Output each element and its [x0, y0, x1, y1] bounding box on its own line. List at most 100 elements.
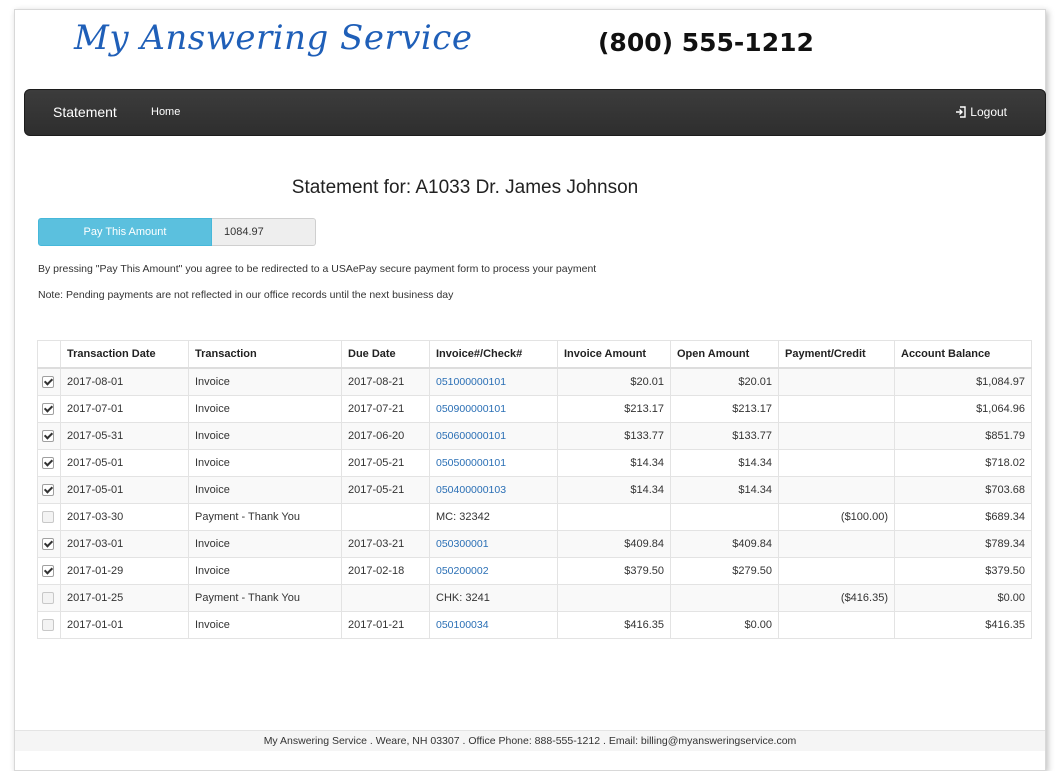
cell-open-amount: $14.34	[670, 449, 779, 477]
cell-payment-credit	[778, 367, 895, 396]
header-invoice-amount: Invoice Amount	[557, 340, 671, 369]
cell-transaction-date: 2017-01-25	[60, 584, 189, 612]
cell-invoice-check: 050400000103	[429, 476, 558, 504]
cell-invoice-check: 050500000101	[429, 449, 558, 477]
invoice-link[interactable]: 050400000103	[436, 484, 506, 496]
cell-open-amount: $279.50	[670, 557, 779, 585]
cell-open-amount	[670, 503, 779, 531]
cell-transaction: Payment - Thank You	[188, 584, 342, 612]
table-row: 2017-01-29 Invoice 2017-02-18 050200002 $379…	[37, 557, 1032, 585]
brand-logo-text[interactable]: My Answering Service	[74, 18, 472, 58]
cell-due-date: 2017-02-18	[341, 557, 430, 585]
header-payment-credit: Payment/Credit	[778, 340, 895, 369]
invoice-link[interactable]: 050600000101	[436, 430, 506, 442]
cell-invoice-amount: $14.34	[557, 476, 671, 504]
pay-this-amount-button[interactable]: Pay This Amount	[38, 218, 212, 246]
row-checkbox[interactable]	[42, 538, 54, 551]
invoice-link[interactable]: 050100034	[436, 619, 489, 631]
check-ref: CHK: 3241	[436, 592, 490, 604]
cell-due-date: 2017-07-21	[341, 395, 430, 423]
cell-open-amount: $133.77	[670, 422, 779, 450]
cell-account-balance: $703.68	[894, 476, 1032, 504]
check-ref: MC: 32342	[436, 511, 490, 523]
cell-due-date	[341, 584, 430, 612]
header-transaction: Transaction	[188, 340, 342, 369]
invoice-link[interactable]: 050900000101	[436, 403, 506, 415]
cell-invoice-check: 051000000101	[429, 367, 558, 396]
row-checkbox[interactable]	[42, 484, 54, 497]
cell-invoice-check: MC: 32342	[429, 503, 558, 531]
logout-icon	[956, 106, 966, 118]
logout-button[interactable]: Logout	[955, 105, 1007, 119]
table-row: 2017-01-01 Invoice 2017-01-21 050100034 $416…	[37, 611, 1032, 639]
invoice-link[interactable]: 051000000101	[436, 376, 506, 388]
cell-invoice-check: 050600000101	[429, 422, 558, 450]
header-account-balance: Account Balance	[894, 340, 1032, 369]
cell-account-balance: $851.79	[894, 422, 1032, 450]
nav-brand-statement[interactable]: Statement	[53, 104, 117, 120]
table-row: 2017-07-01 Invoice 2017-07-21 050900000101 $…	[37, 395, 1032, 423]
pay-amount-field[interactable]: 1084.97	[212, 218, 316, 246]
cell-due-date: 2017-05-21	[341, 476, 430, 504]
row-select-cell	[37, 584, 61, 612]
cell-transaction: Invoice	[188, 422, 342, 450]
row-checkbox[interactable]	[42, 457, 54, 470]
row-checkbox[interactable]	[42, 376, 54, 389]
cell-open-amount: $213.17	[670, 395, 779, 423]
cell-due-date	[341, 503, 430, 531]
nav-home-link[interactable]: Home	[151, 106, 180, 118]
table-row: 2017-01-25 Payment - Thank You CHK: 3241 ($…	[37, 584, 1032, 612]
cell-transaction: Invoice	[188, 449, 342, 477]
invoice-link[interactable]: 050300001	[436, 538, 489, 550]
cell-due-date: 2017-06-20	[341, 422, 430, 450]
cell-invoice-amount: $409.84	[557, 530, 671, 558]
row-checkbox[interactable]	[42, 430, 54, 443]
cell-transaction: Payment - Thank You	[188, 503, 342, 531]
cell-transaction-date: 2017-03-30	[60, 503, 189, 531]
row-checkbox[interactable]	[42, 565, 54, 578]
table-row: 2017-05-31 Invoice 2017-06-20 050600000101 $…	[37, 422, 1032, 450]
row-checkbox	[42, 592, 54, 605]
row-select-cell	[37, 530, 61, 558]
cell-transaction-date: 2017-05-31	[60, 422, 189, 450]
row-select-cell	[37, 422, 61, 450]
cell-invoice-amount	[557, 503, 671, 531]
invoice-link[interactable]: 050200002	[436, 565, 489, 577]
cell-payment-credit: ($416.35)	[778, 584, 895, 612]
cell-payment-credit	[778, 422, 895, 450]
cell-transaction: Invoice	[188, 557, 342, 585]
row-select-cell	[37, 476, 61, 504]
invoice-link[interactable]: 050500000101	[436, 457, 506, 469]
pay-group: Pay This Amount 1084.97	[38, 218, 316, 246]
cell-transaction-date: 2017-08-01	[60, 367, 189, 396]
cell-invoice-amount: $379.50	[557, 557, 671, 585]
table-row: 2017-05-01 Invoice 2017-05-21 050500000101 $…	[37, 449, 1032, 477]
cell-open-amount: $14.34	[670, 476, 779, 504]
header-invoice-check: Invoice#/Check#	[429, 340, 558, 369]
row-checkbox	[42, 511, 54, 524]
header-open-amount: Open Amount	[670, 340, 779, 369]
cell-open-amount: $20.01	[670, 367, 779, 396]
header-select	[37, 340, 61, 369]
row-checkbox[interactable]	[42, 403, 54, 416]
cell-account-balance: $789.34	[894, 530, 1032, 558]
navbar: Statement Home Logout	[24, 89, 1046, 136]
cell-invoice-check: 050900000101	[429, 395, 558, 423]
cell-open-amount	[670, 584, 779, 612]
row-select-cell	[37, 367, 61, 396]
cell-invoice-amount: $14.34	[557, 449, 671, 477]
statement-table: Transaction Date Transaction Due Date In…	[37, 340, 1032, 639]
cell-invoice-amount: $20.01	[557, 367, 671, 396]
table-row: 2017-03-30 Payment - Thank You MC: 32342 ($…	[37, 503, 1032, 531]
cell-transaction: Invoice	[188, 530, 342, 558]
cell-payment-credit	[778, 530, 895, 558]
cell-invoice-amount: $133.77	[557, 422, 671, 450]
cell-due-date: 2017-03-21	[341, 530, 430, 558]
row-select-cell	[37, 449, 61, 477]
cell-account-balance: $416.35	[894, 611, 1032, 639]
cell-invoice-check: 050100034	[429, 611, 558, 639]
row-select-cell	[37, 611, 61, 639]
cell-transaction: Invoice	[188, 367, 342, 396]
table-row: 2017-05-01 Invoice 2017-05-21 050400000103 $…	[37, 476, 1032, 504]
page-title: Statement for: A1033 Dr. James Johnson	[291, 177, 639, 198]
